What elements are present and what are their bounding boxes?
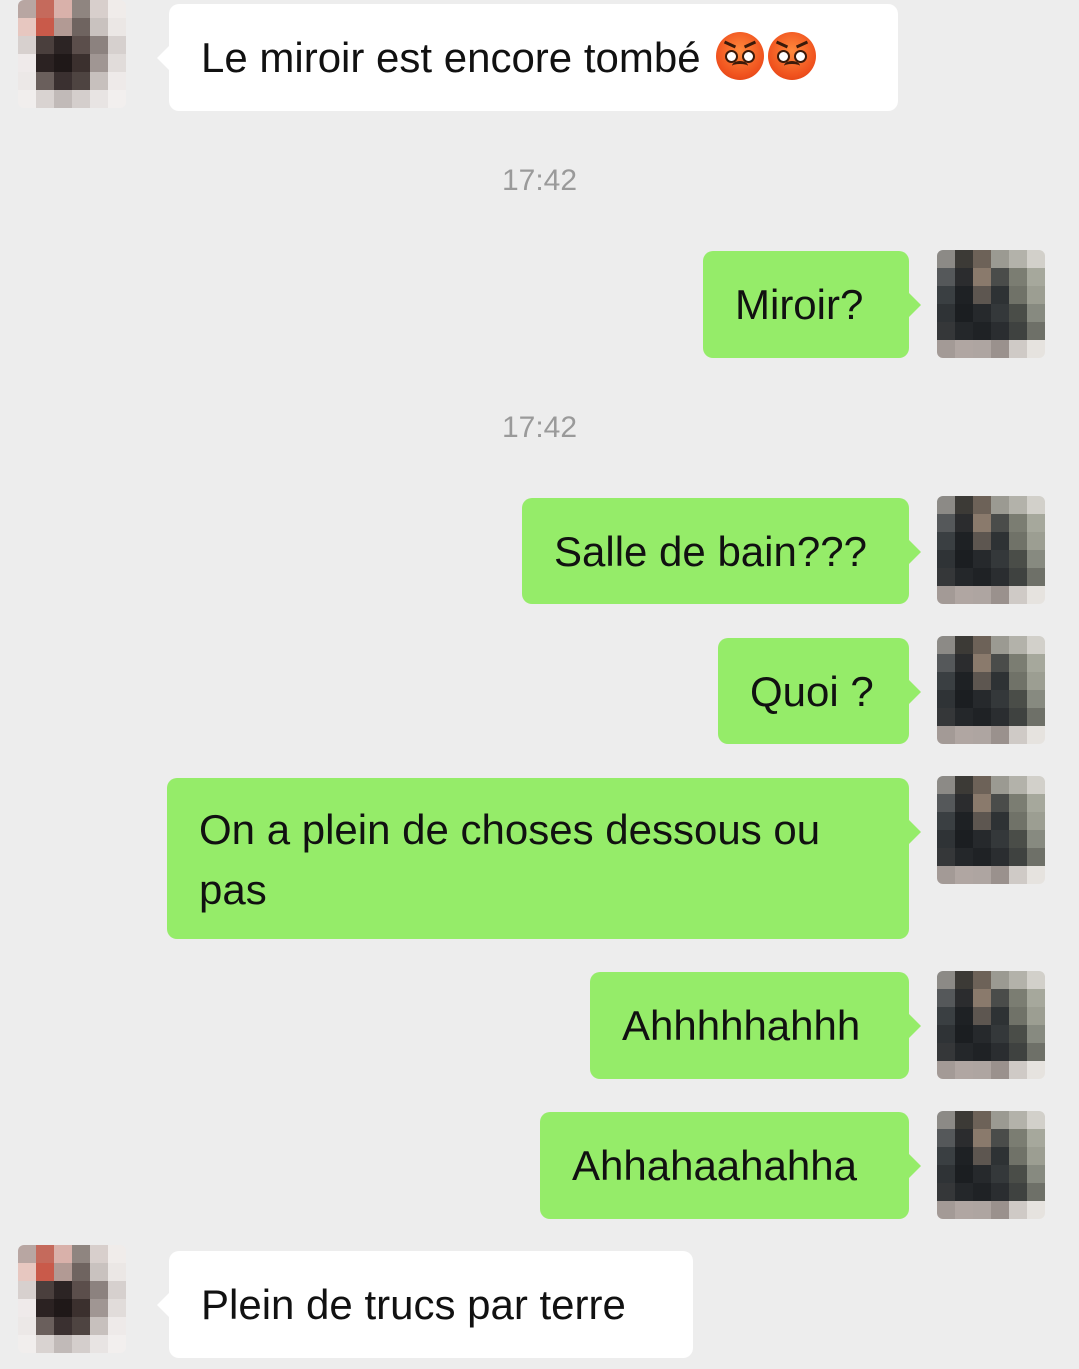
user-avatar[interactable] [937, 971, 1045, 1079]
user-avatar[interactable] [937, 1111, 1045, 1219]
outgoing-message-bubble[interactable]: Ahhahaahahha [540, 1112, 921, 1219]
user-avatar[interactable] [937, 776, 1045, 884]
pouting-face-icon [716, 32, 765, 80]
message-timestamp: 17:42 [501, 164, 578, 197]
message-text: Miroir? [735, 281, 864, 328]
message-text: Quoi ? [750, 668, 874, 715]
message-text: Plein de trucs par terre [201, 1281, 626, 1328]
outgoing-message-bubble[interactable]: Salle de bain??? [522, 498, 921, 604]
message-text: Salle de bain??? [554, 528, 867, 575]
user-avatar[interactable] [937, 636, 1045, 744]
outgoing-message-bubble[interactable]: Miroir? [703, 251, 921, 358]
outgoing-message-bubble[interactable]: Quoi ? [718, 638, 921, 744]
message-text: Ahhahaahahha [572, 1142, 857, 1189]
contact-avatar[interactable] [18, 1245, 126, 1353]
user-avatar[interactable] [937, 250, 1045, 358]
pouting-face-icon [768, 32, 817, 80]
incoming-message-bubble[interactable]: Plein de trucs par terre [157, 1251, 693, 1358]
message-text: Le miroir est encore tombé [201, 34, 701, 81]
outgoing-message-bubble[interactable]: Ahhhhhahhh [590, 972, 921, 1079]
message-timestamp: 17:42 [501, 411, 578, 444]
user-avatar[interactable] [937, 496, 1045, 604]
message-text: Ahhhhhahhh [622, 1002, 861, 1049]
outgoing-message-bubble[interactable]: On a plein de choses dessous ou pas [167, 778, 921, 939]
chat-area: Le miroir est encore tombé 17:42 Miroir?… [0, 0, 1079, 1369]
message-text: On a plein de choses dessous ou pas [199, 806, 821, 913]
contact-avatar[interactable] [18, 0, 126, 108]
incoming-message-bubble[interactable]: Le miroir est encore tombé [157, 4, 898, 111]
